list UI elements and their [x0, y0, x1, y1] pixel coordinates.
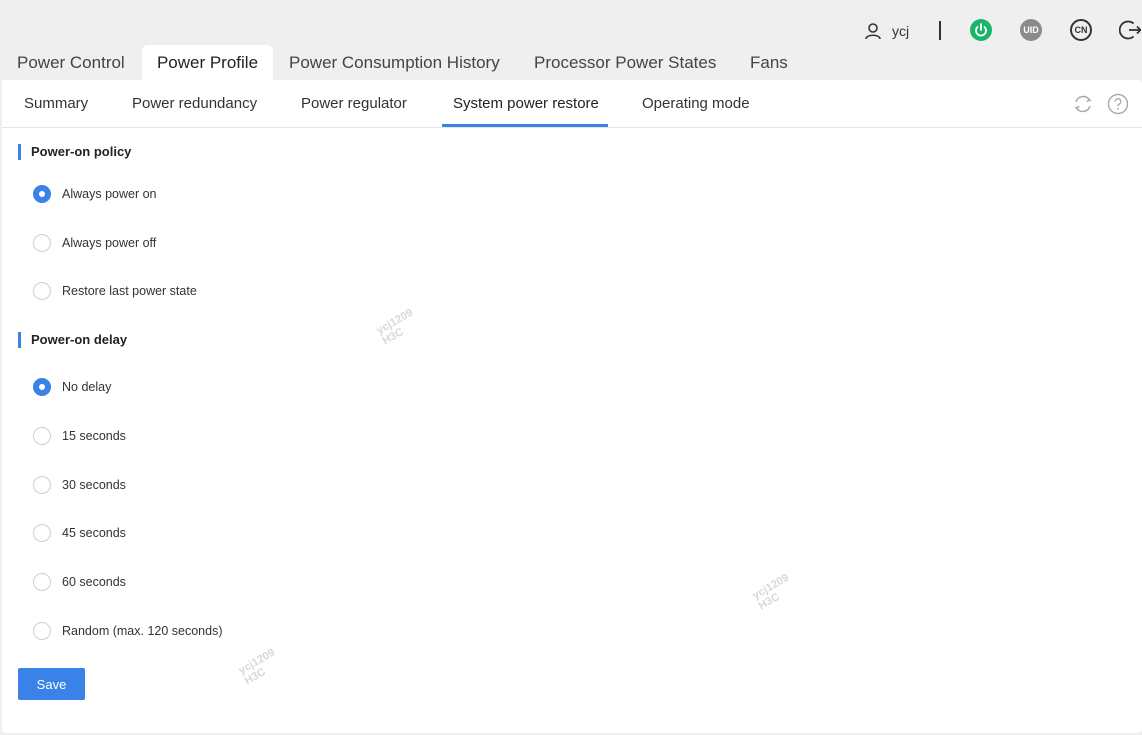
radio-button-checked[interactable]: [33, 185, 51, 203]
subtab-operating-mode[interactable]: Operating mode: [642, 80, 750, 128]
subtab-power-regulator[interactable]: Power regulator: [301, 80, 407, 128]
watermark: ycj1209 H3C: [374, 306, 416, 348]
sub-tabs: Summary Power redundancy Power regulator…: [2, 80, 1142, 128]
content-panel: Summary Power redundancy Power regulator…: [2, 80, 1142, 733]
radio-60-seconds[interactable]: 60 seconds: [33, 572, 126, 592]
user-menu[interactable]: ycj: [864, 20, 909, 42]
radio-button[interactable]: [33, 282, 51, 300]
radio-button-checked[interactable]: [33, 378, 51, 396]
power-icon[interactable]: [970, 19, 992, 41]
subtab-system-power-restore[interactable]: System power restore: [453, 80, 599, 128]
tab-fans[interactable]: Fans: [750, 45, 788, 80]
radio-button[interactable]: [33, 524, 51, 542]
tab-processor-power-states[interactable]: Processor Power States: [534, 45, 716, 80]
refresh-icon[interactable]: [1072, 93, 1094, 115]
radio-button[interactable]: [33, 573, 51, 591]
uid-icon[interactable]: UID: [1020, 19, 1042, 41]
radio-button[interactable]: [33, 622, 51, 640]
radio-45-seconds[interactable]: 45 seconds: [33, 523, 126, 543]
tab-power-control[interactable]: Power Control: [17, 45, 125, 80]
radio-no-delay[interactable]: No delay: [33, 377, 111, 397]
radio-button[interactable]: [33, 427, 51, 445]
language-icon[interactable]: CN: [1070, 19, 1092, 41]
active-tab-indicator: [442, 124, 608, 127]
radio-button[interactable]: [33, 234, 51, 252]
top-header: ycj UID CN: [0, 0, 1142, 45]
subtab-summary[interactable]: Summary: [24, 80, 88, 128]
tab-power-consumption-history[interactable]: Power Consumption History: [289, 45, 500, 80]
power-on-policy-title: Power-on policy: [18, 144, 131, 160]
username: ycj: [892, 23, 910, 39]
help-icon[interactable]: [1107, 93, 1129, 115]
tab-power-profile[interactable]: Power Profile: [142, 45, 273, 80]
subtab-power-redundancy[interactable]: Power redundancy: [132, 80, 257, 128]
power-on-delay-title: Power-on delay: [18, 332, 127, 348]
radio-always-power-off[interactable]: Always power off: [33, 233, 156, 253]
radio-restore-last-power-state[interactable]: Restore last power state: [33, 281, 197, 301]
user-icon: [865, 23, 881, 40]
header-divider: [939, 21, 941, 40]
watermark: ycj1209 H3C: [236, 646, 278, 688]
radio-random-delay[interactable]: Random (max. 120 seconds): [33, 621, 223, 641]
radio-15-seconds[interactable]: 15 seconds: [33, 426, 126, 446]
logout-icon[interactable]: [1119, 19, 1141, 41]
watermark: ycj1209 H3C: [750, 571, 792, 613]
radio-always-power-on[interactable]: Always power on: [33, 184, 157, 204]
radio-30-seconds[interactable]: 30 seconds: [33, 475, 126, 495]
save-button[interactable]: Save: [18, 668, 85, 700]
radio-button[interactable]: [33, 476, 51, 494]
main-tabs: Power Control Power Profile Power Consum…: [0, 45, 1142, 80]
